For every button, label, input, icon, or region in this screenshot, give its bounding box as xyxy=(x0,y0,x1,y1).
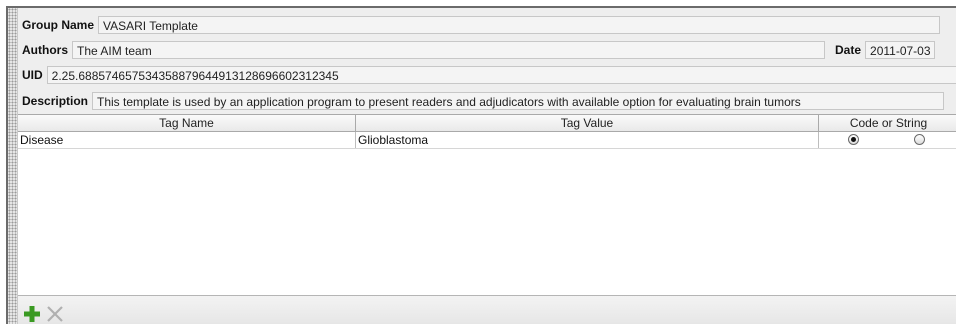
authors-row: Authors The AIM team Date 2011-07-03 xyxy=(18,39,956,61)
code-radio[interactable] xyxy=(848,134,859,145)
uid-field[interactable]: 2.25.68857465753435887964491312869660231… xyxy=(46,66,956,84)
column-header-code-or-string[interactable]: Code or String xyxy=(819,115,956,131)
x-icon xyxy=(47,306,63,322)
tag-name-cell[interactable]: Disease xyxy=(18,132,356,148)
add-tag-button[interactable] xyxy=(22,304,44,324)
description-field[interactable]: This template is used by an application … xyxy=(92,92,945,110)
group-name-field[interactable]: VASARI Template xyxy=(98,16,941,34)
template-form: Group Name VASARI Template Authors The A… xyxy=(18,8,956,324)
table-row[interactable]: Disease Glioblastoma xyxy=(18,132,956,149)
column-header-tag-value[interactable]: Tag Value xyxy=(356,115,819,131)
table-header: Tag Name Tag Value Code or String xyxy=(18,115,956,132)
date-field[interactable]: 2011-07-03 xyxy=(865,41,936,59)
tag-toolbar xyxy=(18,295,956,324)
string-radio[interactable] xyxy=(914,134,925,145)
template-panel: Group Name VASARI Template Authors The A… xyxy=(6,6,956,324)
resize-grip[interactable] xyxy=(8,8,18,324)
uid-label: UID xyxy=(22,68,43,82)
uid-row: UID 2.25.6885746575343588796449131286966… xyxy=(18,64,956,86)
description-label: Description xyxy=(22,94,89,108)
authors-field[interactable]: The AIM team xyxy=(72,41,825,59)
group-name-row: Group Name VASARI Template xyxy=(18,14,956,36)
tag-value-cell[interactable]: Glioblastoma xyxy=(356,132,819,148)
tag-table: Tag Name Tag Value Code or String Diseas… xyxy=(18,114,956,296)
date-label: Date xyxy=(835,43,862,57)
remove-tag-button[interactable] xyxy=(45,304,67,324)
description-row: Description This template is used by an … xyxy=(18,90,956,112)
code-or-string-cell xyxy=(819,132,956,148)
group-name-label: Group Name xyxy=(22,18,95,32)
column-header-tag-name[interactable]: Tag Name xyxy=(18,115,356,131)
plus-icon xyxy=(24,306,40,322)
authors-label: Authors xyxy=(22,43,68,57)
